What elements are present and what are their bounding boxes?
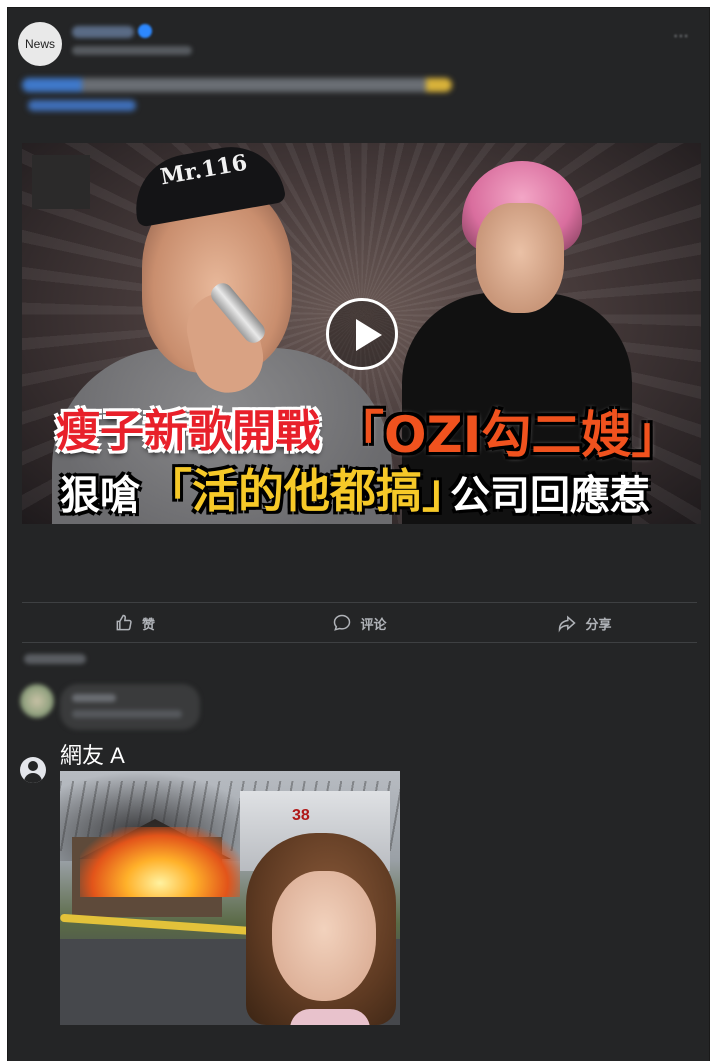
action-bar: 赞 评论 分享 [22, 606, 697, 640]
share-label: 分享 [585, 616, 612, 632]
girl-shirt [290, 1009, 370, 1025]
play-icon[interactable] [326, 298, 398, 370]
post-text-blurred [22, 78, 452, 92]
comment-bubble-blurred [60, 684, 200, 730]
thumbs-up-icon [116, 614, 132, 631]
video-thumbnail[interactable]: Mr.116 瘦子新歌開戰 「OZI勾二嫂」 狠嗆 「活的他都搞」 公司回應惹 [22, 143, 701, 524]
page-avatar[interactable]: News [18, 22, 62, 66]
page-name-blurred[interactable] [72, 26, 134, 38]
headline-line2-part1: 狠嗆 [60, 473, 140, 519]
fire [80, 827, 240, 897]
avatar-head-shape [28, 761, 38, 771]
meme-image[interactable]: 38 [60, 771, 400, 1025]
corner-placeholder [32, 155, 90, 209]
commenter-name[interactable]: 網友 A [60, 738, 125, 770]
like-label: 赞 [141, 616, 155, 632]
headline-line1-part1: 瘦子新歌開戰 [56, 406, 320, 457]
headline-line2-part3: 公司回應惹 [450, 473, 650, 519]
comment-sort-blurred[interactable] [24, 654, 86, 664]
post-header: News ⋯ [18, 20, 699, 70]
post-link-blurred[interactable] [28, 100, 136, 111]
girl-face [272, 871, 376, 1001]
comment-icon [334, 614, 351, 631]
comment-label: 评论 [360, 616, 387, 632]
divider-top [22, 602, 697, 603]
commenter-avatar-blurred[interactable] [20, 684, 54, 718]
default-user-icon[interactable] [20, 757, 46, 783]
post-card: News ⋯ Mr.116 瘦子新歌開戰 「OZI勾二嫂」 狠嗆 「活的他都搞」… [8, 8, 709, 1061]
share-icon [559, 615, 577, 633]
comment-button[interactable]: 评论 [247, 606, 472, 640]
divider-bottom [22, 642, 697, 643]
truck-number: 38 [292, 807, 310, 824]
headline-line2-part2: 「活的他都搞」 [146, 464, 468, 518]
fire-hose [60, 913, 271, 937]
share-button[interactable]: 分享 [472, 606, 697, 640]
verified-badge-icon [138, 24, 152, 38]
more-options-icon[interactable]: ⋯ [669, 29, 693, 45]
avatar-shoulders-shape [24, 773, 42, 783]
post-meta-blurred [72, 46, 192, 55]
like-button[interactable]: 赞 [22, 606, 247, 640]
right-person-head [476, 203, 564, 313]
